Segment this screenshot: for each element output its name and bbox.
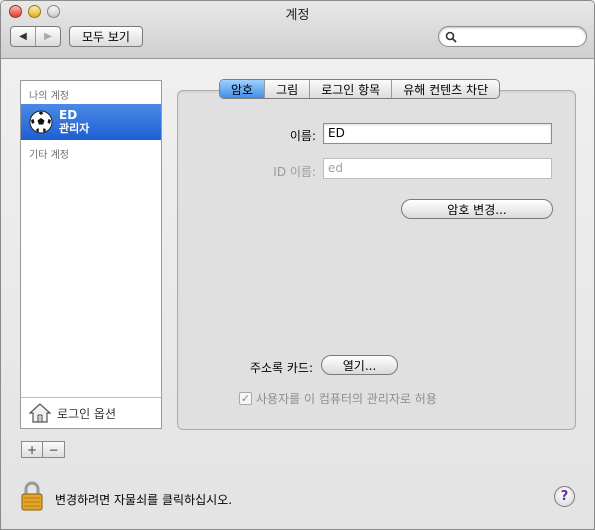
add-remove-buttons: + − (21, 441, 65, 458)
soccer-ball-icon (29, 110, 53, 134)
name-field[interactable]: ED (323, 123, 552, 144)
open-card-button[interactable]: 열기... (321, 355, 398, 375)
search-icon (445, 31, 457, 43)
lock-icon[interactable] (20, 481, 44, 511)
accounts-window: 계정 ◀ ▶ 모두 보기 나의 계정 ED 관리자 기타 계정 로그인 옵션 +… (0, 0, 595, 530)
admin-checkbox-row: ✓ 사용자를 이 컴퓨터의 관리자로 허용 (239, 390, 437, 407)
my-accounts-label: 나의 계정 (29, 91, 69, 102)
account-item-ed[interactable]: ED 관리자 (21, 104, 161, 140)
remove-account-button[interactable]: − (43, 441, 65, 458)
change-password-button[interactable]: 암호 변경... (401, 199, 553, 219)
tab-picture[interactable]: 그림 (264, 80, 309, 98)
forward-arrow-icon[interactable]: ▶ (35, 27, 60, 46)
admin-checkbox-label: 사용자를 이 컴퓨터의 관리자로 허용 (256, 392, 437, 406)
other-accounts-label: 기타 계정 (29, 150, 69, 161)
help-button[interactable]: ? (554, 486, 575, 507)
account-list: 나의 계정 ED 관리자 기타 계정 로그인 옵션 (20, 80, 162, 429)
login-options-item[interactable]: 로그인 옵션 (21, 397, 161, 428)
add-account-button[interactable]: + (21, 441, 43, 458)
show-all-button[interactable]: 모두 보기 (69, 26, 143, 47)
tab-parental-controls[interactable]: 유해 컨텐츠 차단 (391, 80, 499, 98)
address-card-label: 주소록 카드: (249, 361, 313, 375)
window-title: 계정 (285, 8, 310, 23)
house-icon (29, 403, 51, 423)
tab-bar: 암호 그림 로그인 항목 유해 컨텐츠 차단 (219, 79, 501, 99)
tab-login-items[interactable]: 로그인 항목 (309, 80, 391, 98)
id-label: ID 이름: (273, 165, 316, 179)
nav-arrows: ◀ ▶ (10, 26, 61, 47)
id-field: ed (323, 158, 552, 179)
login-options-label: 로그인 옵션 (57, 406, 117, 421)
tab-password[interactable]: 암호 (220, 80, 265, 98)
account-role: 관리자 (59, 122, 90, 135)
search-field[interactable] (438, 26, 587, 47)
search-input[interactable] (461, 29, 581, 44)
admin-checkbox: ✓ (239, 392, 252, 405)
name-label: 이름: (289, 129, 316, 143)
account-name: ED (59, 108, 78, 122)
back-arrow-icon[interactable]: ◀ (11, 27, 35, 46)
toolbar: 계정 ◀ ▶ 모두 보기 (1, 1, 594, 59)
lock-message: 변경하려면 자물쇠를 클릭하십시오. (55, 493, 233, 507)
